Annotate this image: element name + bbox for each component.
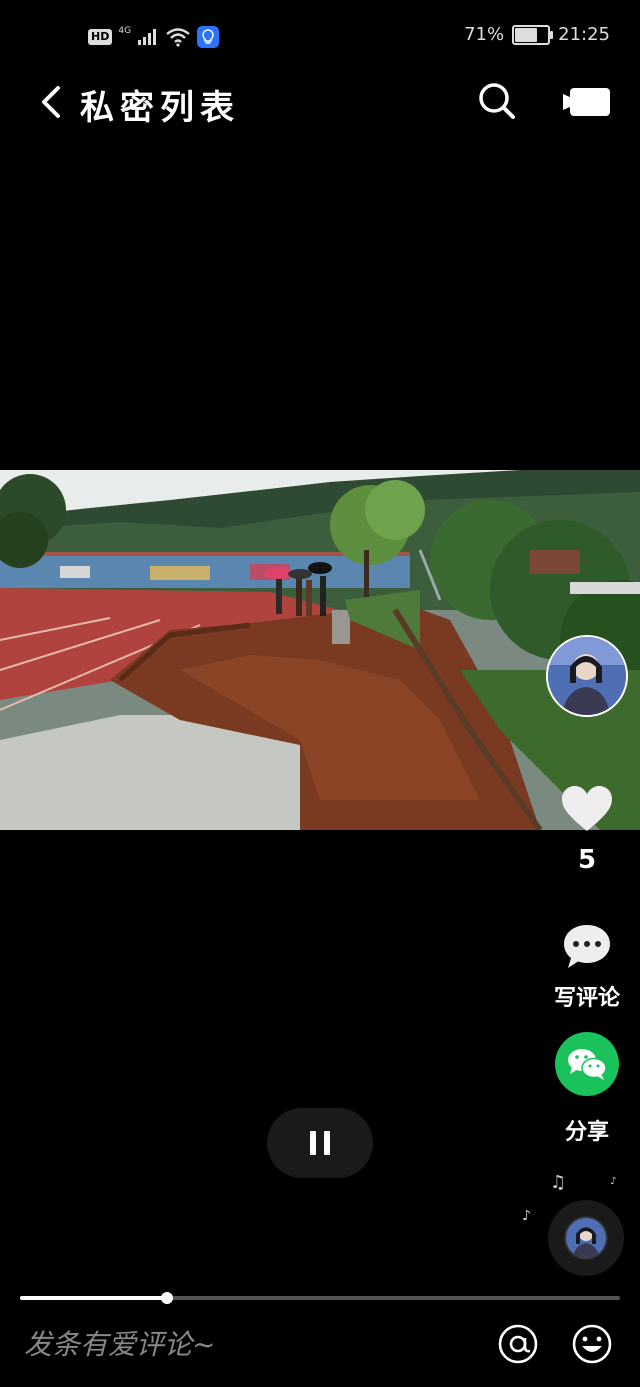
status-right: 71% 21:25: [464, 24, 610, 45]
pause-icon: [324, 1131, 330, 1155]
battery-icon: [512, 24, 554, 45]
comment-label[interactable]: 写评论: [540, 980, 634, 1012]
status-left: HD 4G: [88, 26, 220, 48]
chevron-left-icon: [42, 86, 60, 118]
video-camera-icon: [563, 88, 610, 116]
avatar-image: [548, 637, 626, 715]
music-note-icon: ♪: [522, 1208, 531, 1224]
comment-bubble-icon: [564, 925, 610, 968]
wifi-icon: [166, 28, 190, 47]
status-bar: HD 4G 71% 21:25: [0, 0, 640, 72]
share-label[interactable]: 分享: [540, 1114, 634, 1146]
music-cover: [566, 1218, 606, 1258]
emoji-icon: [572, 1324, 612, 1364]
progress-fill: [20, 1296, 167, 1300]
progress-knob[interactable]: [161, 1292, 173, 1304]
page-title: 私密列表: [80, 88, 240, 128]
heart-icon: [562, 786, 612, 831]
battery-level: [515, 27, 538, 42]
battery-percent: 71%: [464, 24, 505, 45]
music-note-icon: ♫: [550, 1172, 567, 1193]
comment-input[interactable]: 发条有爱评论~: [24, 1322, 464, 1368]
share-button[interactable]: [555, 1032, 619, 1096]
music-note-icon: ♪: [610, 1176, 617, 1187]
hd-badge: HD: [88, 29, 113, 45]
pause-button[interactable]: [267, 1108, 373, 1178]
signal-icon: [138, 29, 157, 45]
video-progress-bar[interactable]: [20, 1292, 620, 1304]
search-icon: [479, 83, 515, 119]
music-disc-button[interactable]: [548, 1200, 624, 1276]
emoji-button[interactable]: [570, 1322, 614, 1366]
camera-button[interactable]: [562, 86, 612, 118]
wechat-icon: [568, 1049, 607, 1080]
search-button[interactable]: [476, 80, 518, 122]
music-disc-icon: [566, 1218, 606, 1258]
comment-button[interactable]: [562, 922, 612, 972]
back-button[interactable]: [36, 82, 70, 122]
like-count: 5: [577, 845, 597, 875]
clock: 21:25: [558, 24, 610, 45]
mention-button[interactable]: [496, 1322, 540, 1366]
lightbulb-icon: [197, 26, 220, 48]
at-icon: [498, 1324, 538, 1364]
author-avatar[interactable]: [546, 635, 628, 717]
pause-icon: [310, 1131, 316, 1155]
network-type: 4G: [118, 26, 132, 36]
video-frame-image: [0, 470, 640, 830]
video-player[interactable]: [0, 470, 640, 830]
top-nav: 私密列表: [0, 72, 640, 132]
like-button[interactable]: [560, 785, 614, 837]
